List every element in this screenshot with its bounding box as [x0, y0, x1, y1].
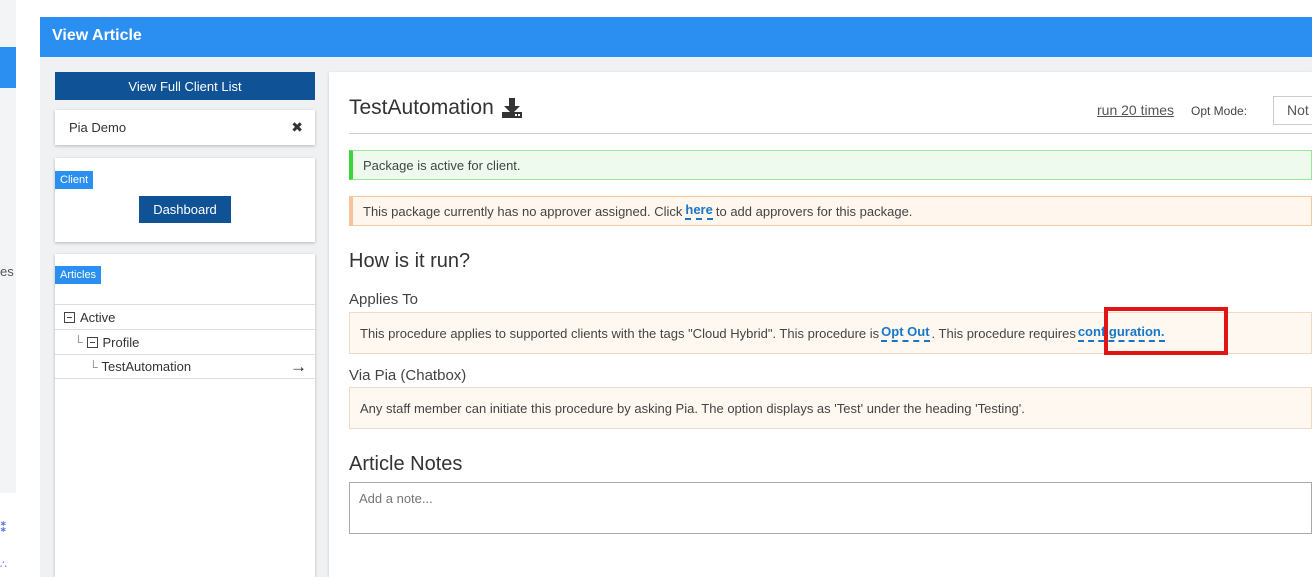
tree-item-active[interactable]: Active [55, 304, 315, 329]
selected-client-chip: Pia Demo ✖ [55, 110, 315, 145]
tree-item-label: TestAutomation [101, 359, 192, 374]
left-nav-strip: es ⁑ ∴ [0, 0, 16, 577]
applies-to-text: This procedure applies to supported clie… [360, 325, 880, 341]
article-notes-heading: Article Notes [349, 453, 463, 475]
left-nav-fragment-icon[interactable]: ⁑ [0, 520, 7, 536]
via-pia-heading: Via Pia (Chatbox) [349, 367, 467, 384]
article-tree: Active └ Profile └ TestAutomation → [55, 304, 315, 379]
applies-to-box: This procedure applies to supported clie… [349, 312, 1312, 354]
page-title: View Article [52, 27, 142, 44]
applies-to-text-2: . This procedure requires [931, 325, 1076, 341]
left-nav-fragment-text: es [0, 264, 14, 279]
tree-item-label: Profile [102, 334, 140, 350]
applies-to-heading: Applies To [349, 291, 418, 308]
opt-out-link[interactable]: Opt Out [881, 324, 930, 342]
add-approvers-link[interactable]: here [685, 202, 713, 220]
approver-warning-alert: This package currently has no approver a… [349, 196, 1312, 226]
tree-branch-icon: └ [89, 359, 98, 374]
opt-mode-select[interactable]: Not [1273, 96, 1312, 125]
close-icon[interactable]: ✖ [291, 119, 303, 136]
title-divider [349, 133, 1312, 134]
dashboard-button[interactable]: Dashboard [139, 196, 231, 223]
tree-branch-icon: └ [74, 335, 83, 349]
article-title-text: TestAutomation [349, 96, 494, 119]
tree-item-testautomation[interactable]: └ TestAutomation → [55, 354, 315, 379]
active-status-text: Package is active for client. [363, 157, 521, 173]
run-count-link[interactable]: run 20 times [1097, 102, 1174, 118]
active-status-alert: Package is active for client. [349, 150, 1312, 180]
configuration-link[interactable]: configuration. [1077, 324, 1165, 342]
how-is-it-run-heading: How is it run? [349, 250, 471, 272]
articles-tag: Articles [55, 266, 102, 284]
opt-mode-label: Opt Mode: [1191, 104, 1248, 118]
via-pia-text: Any staff member can initiate this proce… [360, 400, 1025, 416]
tree-item-label: Active [80, 309, 116, 325]
tree-item-profile[interactable]: └ Profile [55, 329, 315, 354]
article-notes-input[interactable] [349, 482, 1312, 534]
left-nav-active-tab[interactable] [0, 47, 16, 88]
via-pia-box: Any staff member can initiate this proce… [349, 387, 1312, 429]
arrow-right-icon[interactable]: → [290, 357, 307, 377]
article-content-panel: TestAutomation run 20 times Opt Mode: No… [329, 72, 1312, 577]
download-icon[interactable] [501, 97, 523, 119]
articles-card: Articles Active └ Profile └ TestAutomati… [55, 254, 315, 577]
client-card: Client Dashboard [55, 158, 315, 242]
left-nav-fragment-icon-2[interactable]: ∴ [0, 558, 7, 571]
article-title: TestAutomation [349, 96, 523, 120]
page-header: View Article [40, 17, 1312, 57]
client-tag: Client [55, 171, 94, 189]
client-name: Pia Demo [69, 120, 127, 135]
approver-warning-text-after: to add approvers for this package. [715, 203, 913, 219]
collapse-icon[interactable] [64, 311, 75, 323]
view-full-client-list-button[interactable]: View Full Client List [55, 72, 315, 100]
approver-warning-text: This package currently has no approver a… [363, 203, 683, 219]
collapse-icon[interactable] [86, 336, 98, 348]
